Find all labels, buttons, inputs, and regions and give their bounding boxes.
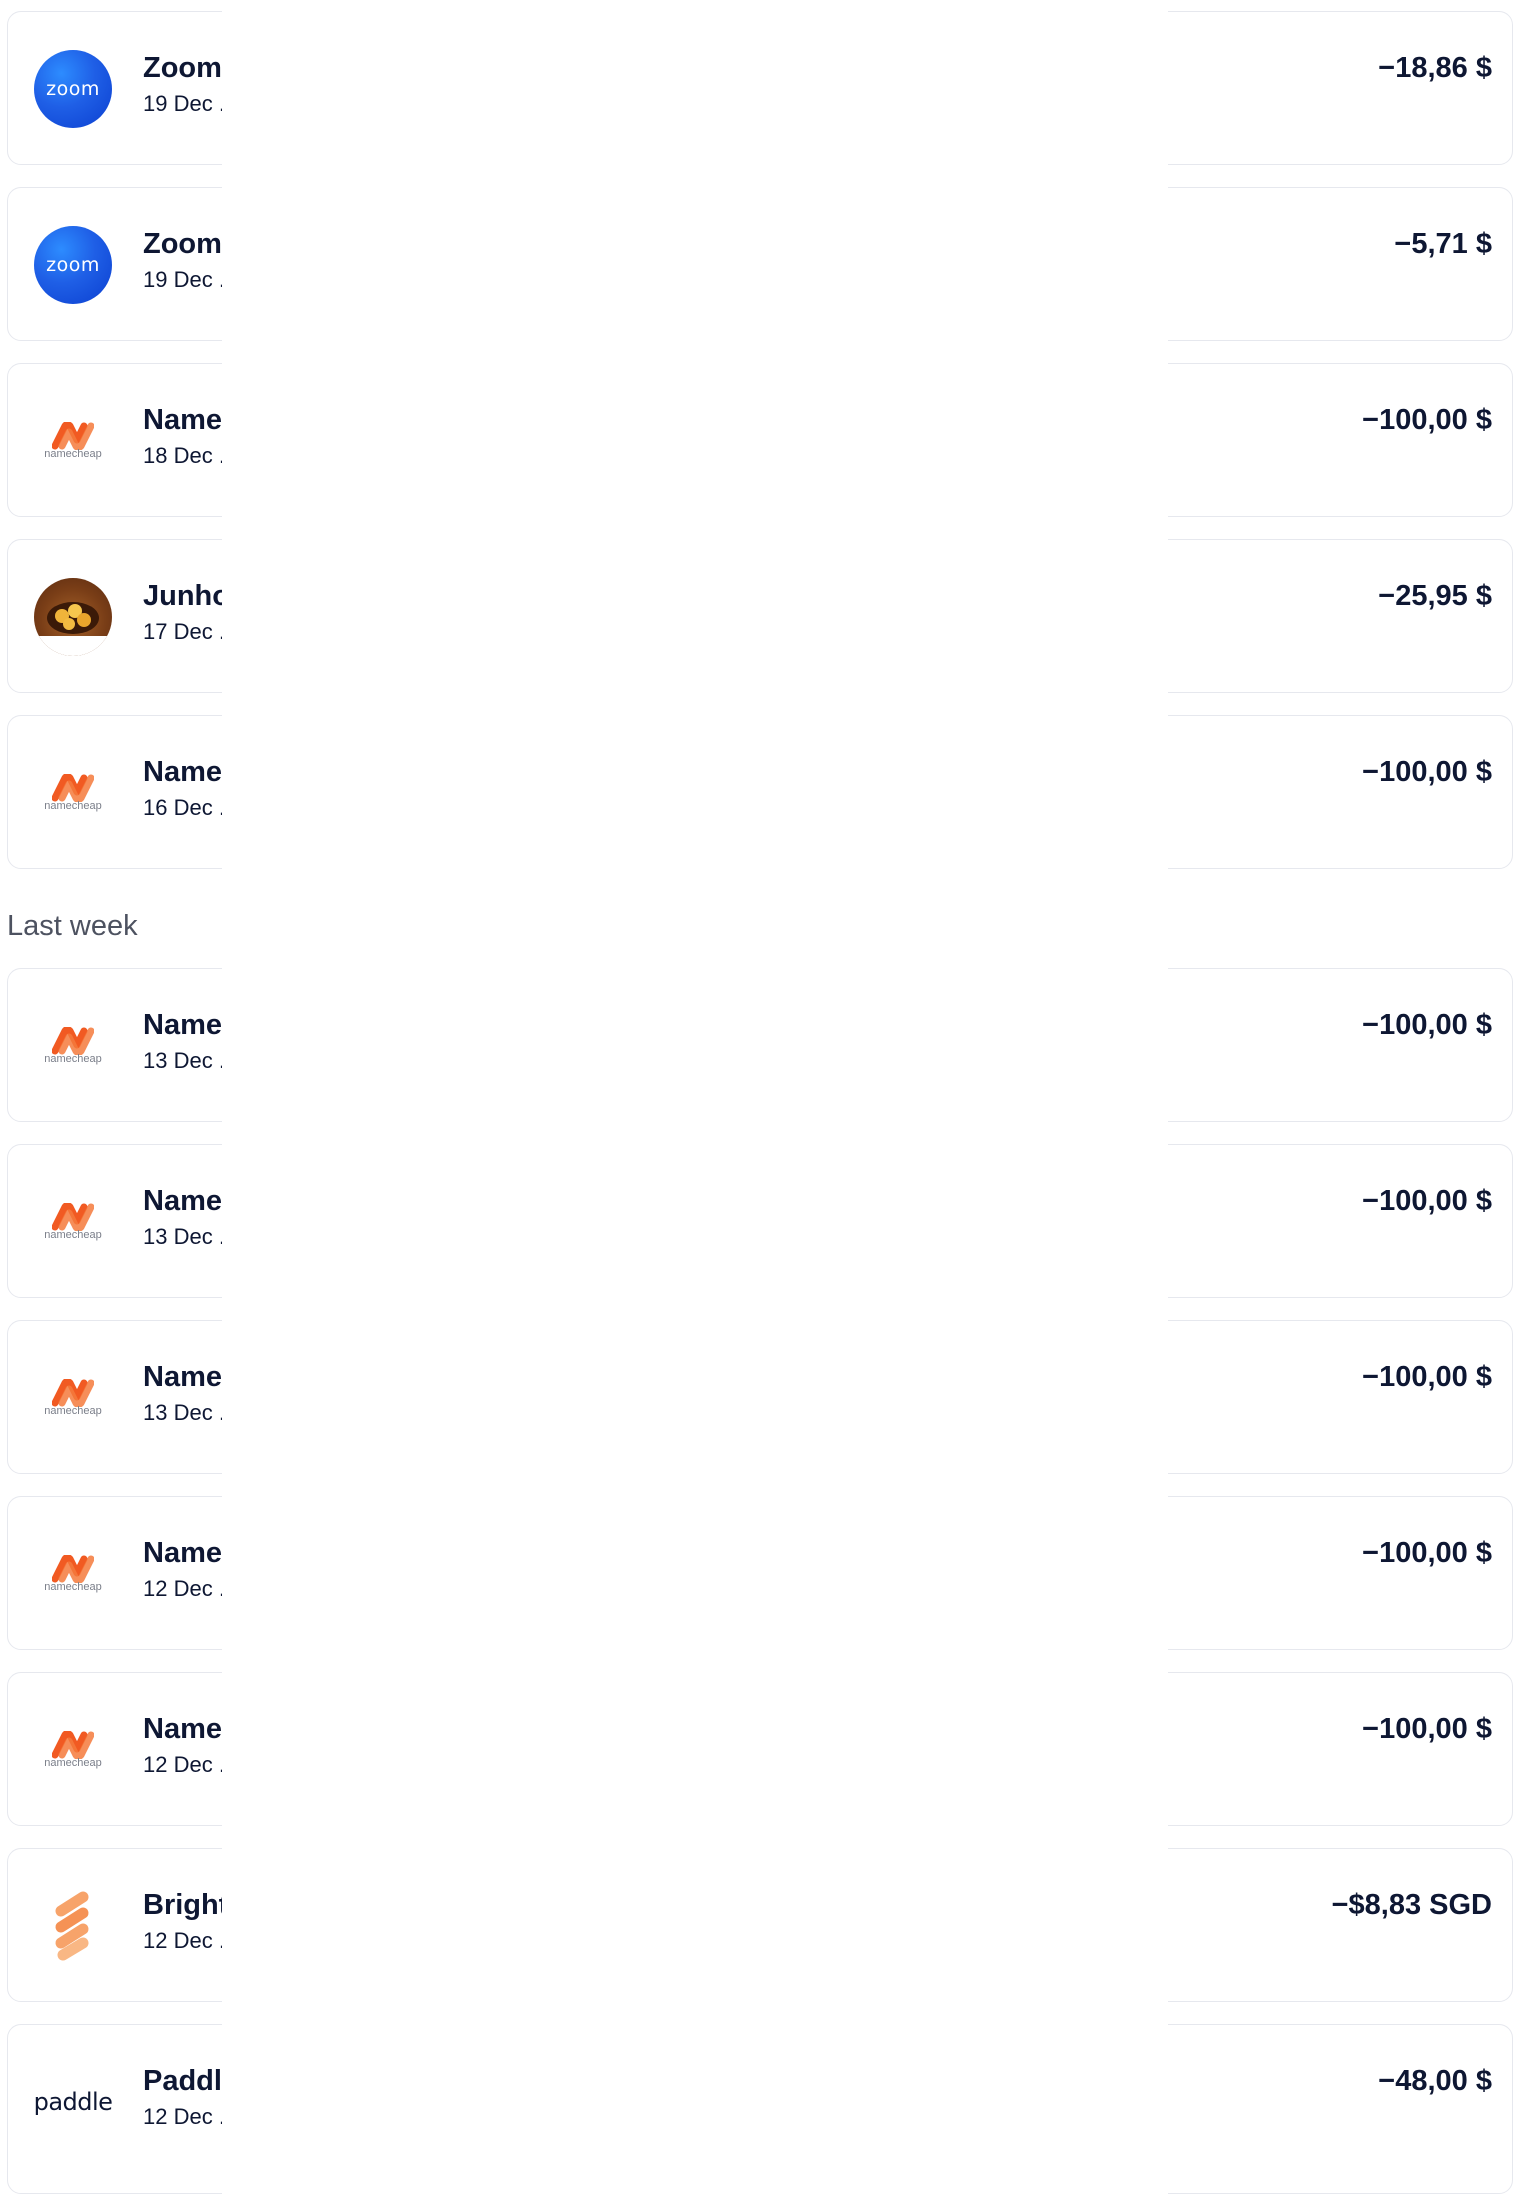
namecheap-logo: namecheap bbox=[34, 1183, 112, 1261]
merchant-name: Name bbox=[143, 1361, 222, 1393]
zoom-logo: zoom bbox=[34, 50, 112, 128]
transaction-amount: −48,00 $ bbox=[1378, 2065, 1492, 2097]
namecheap-n-icon bbox=[52, 774, 94, 802]
namecheap-n-icon bbox=[52, 1379, 94, 1407]
namecheap-logo-text: namecheap bbox=[44, 1053, 102, 1065]
section-heading-last-week: Last week bbox=[7, 910, 138, 942]
transaction-amount: −100,00 $ bbox=[1362, 1361, 1492, 1393]
transaction-date: 13 Dec . bbox=[143, 1224, 225, 1249]
namecheap-logo-text: namecheap bbox=[44, 1757, 102, 1769]
paddle-logo: paddle bbox=[34, 2063, 112, 2141]
merchant-name: Junho bbox=[143, 580, 230, 612]
food-photo-icon bbox=[34, 602, 112, 656]
merchant-name: Name bbox=[143, 1185, 222, 1217]
transaction-date: 19 Dec . bbox=[143, 91, 225, 116]
redaction-overlay bbox=[222, 0, 1168, 2201]
namecheap-logo: namecheap bbox=[34, 402, 112, 480]
namecheap-logo: namecheap bbox=[34, 1711, 112, 1789]
namecheap-n-icon bbox=[52, 1027, 94, 1055]
namecheap-logo: namecheap bbox=[34, 1007, 112, 1085]
namecheap-logo-text: namecheap bbox=[44, 448, 102, 460]
transaction-date: 16 Dec . bbox=[143, 795, 225, 820]
transaction-amount: −100,00 $ bbox=[1362, 1713, 1492, 1745]
merchant-name: Name bbox=[143, 1537, 222, 1569]
namecheap-logo-text: namecheap bbox=[44, 1405, 102, 1417]
brightdata-logo bbox=[34, 1887, 112, 1965]
transaction-date: 17 Dec . bbox=[143, 619, 225, 644]
transaction-amount: −100,00 $ bbox=[1362, 1009, 1492, 1041]
merchant-name: Zoom bbox=[143, 228, 222, 260]
merchant-name: Name bbox=[143, 756, 222, 788]
transaction-amount: −100,00 $ bbox=[1362, 1537, 1492, 1569]
transaction-amount: −100,00 $ bbox=[1362, 404, 1492, 436]
zoom-logo: zoom bbox=[34, 226, 112, 304]
namecheap-logo-text: namecheap bbox=[44, 800, 102, 812]
transaction-date: 13 Dec . bbox=[143, 1400, 225, 1425]
food-photo-logo bbox=[34, 578, 112, 656]
transaction-amount: −25,95 $ bbox=[1378, 580, 1492, 612]
merchant-name: Name bbox=[143, 1009, 222, 1041]
zoom-logo-text: zoom bbox=[46, 78, 100, 100]
transaction-amount: −100,00 $ bbox=[1362, 1185, 1492, 1217]
transaction-date: 12 Dec . bbox=[143, 1928, 225, 1953]
transaction-date: 18 Dec . bbox=[143, 443, 225, 468]
namecheap-n-icon bbox=[52, 422, 94, 450]
namecheap-n-icon bbox=[52, 1731, 94, 1759]
namecheap-logo: namecheap bbox=[34, 1535, 112, 1613]
transaction-date: 13 Dec . bbox=[143, 1048, 225, 1073]
merchant-name: Zoom bbox=[143, 52, 222, 84]
paddle-logo-text: paddle bbox=[34, 2088, 112, 2116]
namecheap-n-icon bbox=[52, 1203, 94, 1231]
transaction-amount: −100,00 $ bbox=[1362, 756, 1492, 788]
namecheap-n-icon bbox=[52, 1555, 94, 1583]
zoom-logo-text: zoom bbox=[46, 254, 100, 276]
transaction-amount: −$8,83 SGD bbox=[1331, 1889, 1492, 1921]
transaction-date: 12 Dec . bbox=[143, 1752, 225, 1777]
merchant-name: Paddl bbox=[143, 2065, 222, 2097]
transaction-amount: −18,86 $ bbox=[1378, 52, 1492, 84]
merchant-name: Name bbox=[143, 1713, 222, 1745]
merchant-name: Bright bbox=[143, 1889, 229, 1921]
brightdata-icon bbox=[55, 1891, 89, 1961]
namecheap-logo-text: namecheap bbox=[44, 1229, 102, 1241]
namecheap-logo: namecheap bbox=[34, 754, 112, 832]
transaction-amount: −5,71 $ bbox=[1394, 228, 1492, 260]
namecheap-logo-text: namecheap bbox=[44, 1581, 102, 1593]
merchant-name: Name bbox=[143, 404, 222, 436]
transaction-date: 12 Dec . bbox=[143, 1576, 225, 1601]
namecheap-logo: namecheap bbox=[34, 1359, 112, 1437]
transaction-date: 19 Dec . bbox=[143, 267, 225, 292]
transaction-date: 12 Dec . bbox=[143, 2104, 225, 2129]
